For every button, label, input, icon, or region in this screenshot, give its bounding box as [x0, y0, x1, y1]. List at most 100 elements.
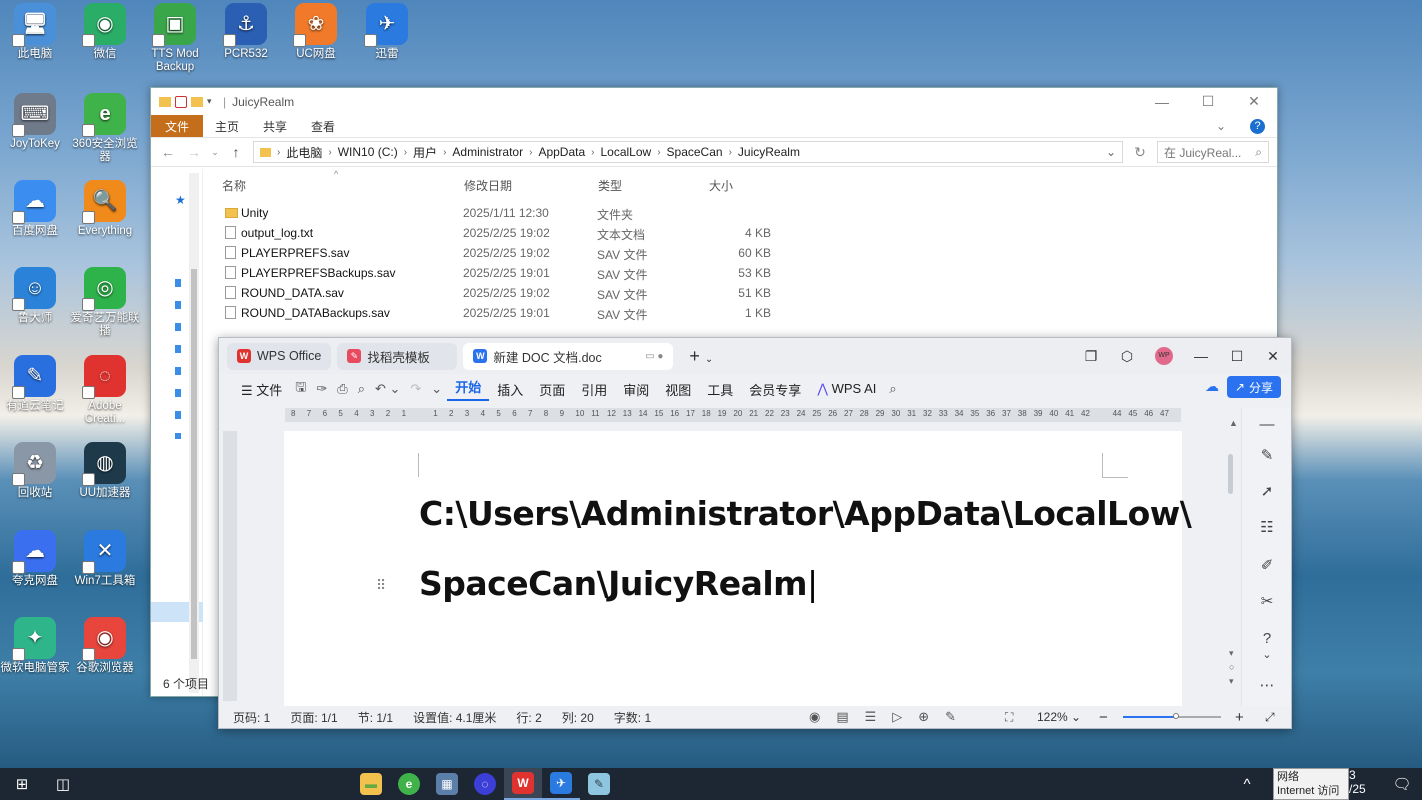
back-button[interactable]: ←	[159, 144, 177, 160]
file-row[interactable]: ROUND_DATABackups.sav 2025/2/25 19:01 SAV …	[223, 303, 783, 323]
address-history-icon[interactable]: ⌄	[1106, 145, 1116, 159]
start-button[interactable]: ⊞	[0, 768, 44, 800]
document-text-line-1[interactable]: C:\Users\Administrator\AppData\LocalLow\	[419, 494, 1192, 533]
breadcrumb-separator-icon[interactable]: ›	[591, 147, 594, 158]
desktop-icon[interactable]: ✕ Win7工具箱	[70, 530, 140, 588]
new-tab-button[interactable]: + ⌄	[689, 346, 713, 367]
xunlei-taskbar-icon[interactable]: ✈	[542, 768, 580, 800]
breadcrumb-item[interactable]: JuicyRealm	[738, 145, 800, 159]
fullscreen-icon[interactable]: ⤢	[1265, 710, 1275, 725]
address-bar[interactable]: › 此电脑 › WIN10 (C:) › 用户 › Administrator › AppData…	[253, 141, 1123, 163]
share-button[interactable]: ↗ 分享	[1226, 376, 1281, 398]
zoom-level[interactable]: 122% ⌄	[1037, 710, 1081, 724]
desktop-icon[interactable]: 🔍 Everything	[70, 180, 140, 238]
ribbon-expand-icon[interactable]: ⌄	[1204, 115, 1238, 137]
refresh-button[interactable]: ↻	[1131, 144, 1149, 161]
new-folder-icon[interactable]	[191, 96, 203, 107]
dropdown-icon[interactable]: ▾	[207, 96, 215, 108]
drag-handle-icon[interactable]: ⠿	[376, 577, 386, 594]
tray-expand-icon[interactable]: ^	[1232, 768, 1262, 800]
notepad-taskbar-icon[interactable]: ✎	[580, 768, 618, 800]
close-button[interactable]: ✕	[1231, 88, 1277, 115]
redo-icon[interactable]: ↷	[405, 381, 426, 397]
vertical-scrollbar[interactable]: ▲ ▾ ○ ▾	[1225, 418, 1238, 718]
desktop-icon[interactable]: ✈ 迅雷	[352, 3, 422, 61]
breadcrumb-item[interactable]: 用户	[413, 144, 437, 161]
view-mode-icons[interactable]: ◉▤☰▷⊕✎	[809, 709, 972, 725]
desktop-icon[interactable]: ◉ 微信	[70, 3, 140, 61]
maximize-button[interactable]: ☐	[1219, 348, 1255, 365]
zoom-in-button[interactable]: +	[1235, 709, 1244, 726]
file-row[interactable]: ROUND_DATA.sav 2025/2/25 19:02 SAV 文件 51 KB	[223, 283, 783, 303]
desktop-icon[interactable]: ◎ 爱奇艺万能联播	[70, 267, 140, 338]
tab-file[interactable]: 文件	[151, 115, 204, 137]
breadcrumb-separator-icon[interactable]: ›	[529, 147, 532, 158]
forward-button[interactable]: →	[185, 144, 203, 160]
desktop-icon[interactable]: ✎ 有道云笔记	[0, 355, 70, 413]
close-button[interactable]: ✕	[1255, 348, 1291, 365]
breadcrumb-item[interactable]: 此电脑	[286, 144, 322, 161]
pen-icon[interactable]: ✎	[1242, 446, 1292, 464]
desktop-icon[interactable]: ⚓ PCR532	[211, 3, 281, 61]
minimize-button[interactable]: —	[1139, 88, 1185, 115]
expand-icon[interactable]: ⌄	[1242, 648, 1292, 661]
zoom-slider[interactable]	[1123, 713, 1221, 719]
tab-view[interactable]: 查看	[299, 115, 347, 137]
print-preview-icon[interactable]: ⌕	[353, 381, 370, 397]
desktop-icon[interactable]: ❀ UC网盘	[281, 3, 351, 61]
breadcrumb-item[interactable]: WIN10 (C:)	[338, 145, 398, 159]
breadcrumb-separator-icon[interactable]: ›	[404, 147, 407, 158]
column-date[interactable]: 修改日期	[464, 177, 512, 194]
tab-wps-office[interactable]: W WPS Office	[227, 342, 332, 370]
forward-history-icon[interactable]: ⌄	[211, 147, 219, 158]
avatar[interactable]: WP	[1155, 347, 1173, 365]
cloud-upload-icon[interactable]: ☁	[1205, 378, 1219, 395]
menu-wps-ai[interactable]: ⋀ WPS AI	[809, 381, 884, 397]
tab-home[interactable]: 主页	[203, 115, 251, 137]
menu-start[interactable]: 开始	[447, 377, 490, 401]
format-painter-icon[interactable]: ✑	[311, 381, 332, 397]
breadcrumb-separator-icon[interactable]: ›	[328, 147, 331, 158]
doc-edit-icon[interactable]: ✐	[1242, 556, 1292, 574]
task-view-icon[interactable]: ◫	[44, 768, 82, 800]
column-size[interactable]: 大小	[709, 177, 733, 194]
breadcrumb-separator-icon[interactable]: ›	[443, 147, 446, 158]
clock[interactable]: 3/25	[1349, 768, 1366, 796]
tab-share[interactable]: 共享	[251, 115, 299, 137]
menu-page[interactable]: 页面	[531, 380, 573, 399]
file-row[interactable]: PLAYERPREFS.sav 2025/2/25 19:02 SAV 文件 60 K…	[223, 243, 783, 263]
breadcrumb-item[interactable]: AppData	[538, 145, 585, 159]
select-cursor-icon[interactable]: ➚	[1242, 482, 1292, 500]
horizontal-ruler[interactable]: 8 7 6 5 4 3 2 1 1 2 3 4 5 6 7 8 9 10 11 12 13 14 15 16 17 18 19 20 2…	[285, 408, 1181, 422]
menu-member[interactable]: 会员专享	[741, 380, 809, 399]
file-row[interactable]: output_log.txt 2025/2/25 19:02 文本文档 4 KB	[223, 223, 783, 243]
vertical-ruler[interactable]	[223, 431, 237, 701]
quick-access-star-icon[interactable]: ★	[175, 193, 186, 207]
file-row[interactable]: PLAYERPREFSBackups.sav 2025/2/25 19:01 SAV…	[223, 263, 783, 283]
maximize-button[interactable]: ☐	[1185, 88, 1231, 115]
breadcrumb-item[interactable]: Administrator	[452, 145, 523, 159]
breadcrumb-item[interactable]: LocalLow	[600, 145, 651, 159]
uu-taskbar-icon[interactable]: ◌	[466, 768, 504, 800]
desktop-icon[interactable]: ◌ Adobe Creati...	[70, 355, 140, 426]
document-page[interactable]: C:\Users\Administrator\AppData\LocalLow\…	[284, 431, 1192, 708]
more-icon[interactable]: ⌄	[426, 381, 447, 397]
menu-tools[interactable]: 工具	[699, 380, 741, 399]
print-icon[interactable]: ⎙	[332, 381, 352, 397]
breadcrumb-item[interactable]: SpaceCan	[667, 145, 723, 159]
tab-document[interactable]: W 新建 DOC 文档.doc ▭ ●	[463, 342, 674, 370]
minimize-button[interactable]: —	[1183, 348, 1219, 364]
menu-reference[interactable]: 引用	[573, 380, 615, 399]
undo-icon[interactable]: ↶ ⌄	[370, 381, 405, 397]
file-explorer-taskbar-icon[interactable]: ▬	[352, 768, 390, 800]
notification-icon[interactable]: 🗨	[1382, 768, 1422, 800]
menu-review[interactable]: 审阅	[615, 380, 657, 399]
desktop-icon[interactable]: ⌨ JoyToKey	[0, 93, 70, 151]
desktop-icon[interactable]: ☁ 夸克网盘	[0, 530, 70, 588]
desktop-icon[interactable]: ☁ 百度网盘	[0, 180, 70, 238]
tab-list-icon[interactable]: ❐	[1073, 348, 1109, 365]
save-icon[interactable]: 🖫	[290, 378, 311, 400]
desktop-icon[interactable]: 🖥 此电脑	[0, 3, 70, 61]
search-icon[interactable]: ⌕	[884, 381, 901, 397]
breadcrumb-separator-icon[interactable]: ›	[277, 147, 280, 158]
